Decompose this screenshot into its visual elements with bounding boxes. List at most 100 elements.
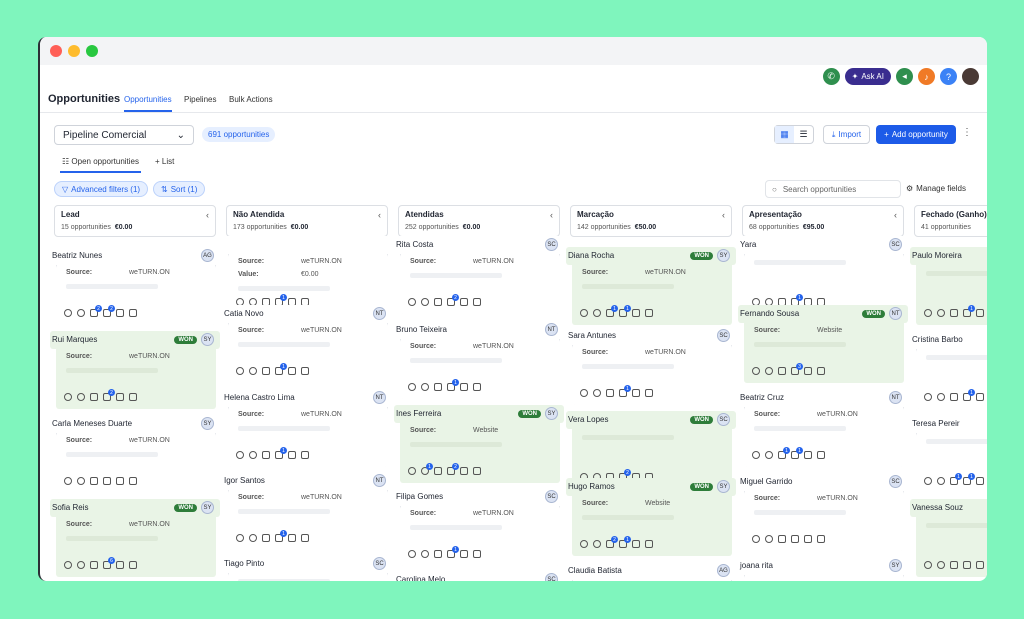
card-name[interactable]: Igor Santos <box>224 476 265 485</box>
phone-icon[interactable] <box>408 550 416 558</box>
phone-icon[interactable] <box>64 309 72 317</box>
tag-icon[interactable]: 1 <box>778 447 790 459</box>
card-name[interactable]: Ines Ferreira <box>396 409 441 418</box>
phone-icon[interactable] <box>236 367 244 375</box>
note-icon[interactable]: 1 <box>963 389 975 401</box>
assignee-avatar[interactable]: SY <box>717 249 730 262</box>
calendar-icon[interactable] <box>473 550 481 558</box>
phone-icon[interactable] <box>752 535 760 543</box>
chat-icon[interactable] <box>77 393 85 401</box>
task-icon[interactable] <box>632 309 640 317</box>
task-icon[interactable] <box>804 451 812 459</box>
assignee-avatar[interactable]: SC <box>717 413 730 426</box>
minimize-window-button[interactable] <box>68 45 80 57</box>
task-icon[interactable] <box>804 535 812 543</box>
phone-icon[interactable] <box>752 451 760 459</box>
assignee-avatar[interactable]: SC <box>889 238 902 251</box>
note-icon[interactable]: 1 <box>791 447 803 459</box>
task-icon[interactable] <box>632 389 640 397</box>
chat-icon[interactable] <box>593 309 601 317</box>
card-name[interactable]: Miguel Garrido <box>740 477 792 486</box>
tag-icon[interactable] <box>434 550 442 558</box>
task-icon[interactable] <box>288 367 296 375</box>
task-icon[interactable] <box>288 534 296 542</box>
card-name[interactable]: Rui Marques <box>52 335 97 344</box>
search-input[interactable]: ○ Search opportunities <box>765 180 901 198</box>
assignee-avatar[interactable]: NT <box>373 391 386 404</box>
note-icon[interactable] <box>963 561 971 569</box>
card-name[interactable]: Diana Rocha <box>568 251 614 260</box>
tag-icon[interactable] <box>950 393 958 401</box>
tag-icon[interactable] <box>262 367 270 375</box>
assignee-avatar[interactable]: SY <box>201 417 214 430</box>
calendar-icon[interactable] <box>473 467 481 475</box>
tab-opportunities[interactable]: Opportunities <box>124 95 172 112</box>
chat-icon[interactable] <box>937 477 945 485</box>
note-icon[interactable]: 1 <box>447 546 459 558</box>
chat-icon[interactable] <box>249 367 257 375</box>
chat-icon[interactable] <box>593 540 601 548</box>
help-icon[interactable]: ? <box>940 68 957 85</box>
assignee-avatar[interactable]: SC <box>545 573 558 581</box>
task-icon[interactable] <box>288 451 296 459</box>
assignee-avatar[interactable]: NT <box>373 307 386 320</box>
chat-icon[interactable] <box>765 367 773 375</box>
assignee-avatar[interactable]: SC <box>717 329 730 342</box>
task-icon[interactable] <box>460 467 468 475</box>
manage-fields-button[interactable]: ⚙ Manage fields <box>906 184 966 193</box>
chevron-left-icon[interactable]: ‹ <box>550 210 553 220</box>
calendar-icon[interactable] <box>301 451 309 459</box>
phone-icon[interactable] <box>408 383 416 391</box>
card-name[interactable]: Vera Lopes <box>568 415 608 424</box>
assignee-avatar[interactable]: SY <box>201 501 214 514</box>
task-icon[interactable] <box>116 477 124 485</box>
pipeline-select[interactable]: Pipeline Comercial ⌄ <box>54 125 194 145</box>
tag-icon[interactable] <box>950 561 958 569</box>
chat-icon[interactable] <box>77 477 85 485</box>
tag-icon[interactable]: 2 <box>90 305 102 317</box>
phone-icon[interactable] <box>580 389 588 397</box>
phone-icon[interactable] <box>580 309 588 317</box>
calendar-icon[interactable] <box>645 540 653 548</box>
phone-icon[interactable] <box>924 309 932 317</box>
task-icon[interactable] <box>460 298 468 306</box>
task-icon[interactable] <box>460 383 468 391</box>
tag-icon[interactable] <box>262 451 270 459</box>
task-icon[interactable] <box>116 393 124 401</box>
tag-icon[interactable] <box>606 389 614 397</box>
calendar-icon[interactable] <box>645 389 653 397</box>
assignee-avatar[interactable]: AG <box>201 249 214 262</box>
card-name[interactable]: Carla Meneses Duarte <box>52 419 132 428</box>
card-name[interactable]: Fernando Sousa <box>740 309 799 318</box>
card-name[interactable]: Catia Novo <box>224 309 264 318</box>
calendar-icon[interactable] <box>817 367 825 375</box>
chat-icon[interactable] <box>249 451 257 459</box>
tag-icon[interactable] <box>434 383 442 391</box>
close-window-button[interactable] <box>50 45 62 57</box>
card-name[interactable]: Claudia Batista <box>568 566 622 575</box>
calendar-icon[interactable] <box>473 298 481 306</box>
tag-icon[interactable] <box>778 367 786 375</box>
card-name[interactable]: Tiago Pinto <box>224 559 264 568</box>
card-name[interactable]: Helena Castro Lima <box>224 393 295 402</box>
ask-ai-button[interactable]: ✦ Ask AI <box>844 68 891 85</box>
chat-icon[interactable] <box>421 383 429 391</box>
phone-icon[interactable] <box>924 477 932 485</box>
bell-icon[interactable]: ♪ <box>918 68 935 85</box>
phone-icon[interactable] <box>408 467 416 475</box>
note-icon[interactable]: 1 <box>275 447 287 459</box>
import-button[interactable]: ⤓ Import <box>823 125 870 144</box>
note-icon[interactable]: 2 <box>447 294 459 306</box>
calendar-icon[interactable] <box>129 477 137 485</box>
note-icon[interactable]: 6 <box>103 557 115 569</box>
tag-icon[interactable] <box>778 535 786 543</box>
note-icon[interactable]: 1 <box>619 385 631 397</box>
chat-icon[interactable]: 1 <box>421 463 433 475</box>
chat-icon[interactable] <box>421 550 429 558</box>
calendar-icon[interactable] <box>473 383 481 391</box>
phone-icon[interactable] <box>408 298 416 306</box>
phone-icon[interactable]: ✆ <box>822 68 840 85</box>
card-name[interactable]: Bruno Teixeira <box>396 325 447 334</box>
card-name[interactable]: Rita Costa <box>396 240 433 249</box>
phone-icon[interactable] <box>924 561 932 569</box>
